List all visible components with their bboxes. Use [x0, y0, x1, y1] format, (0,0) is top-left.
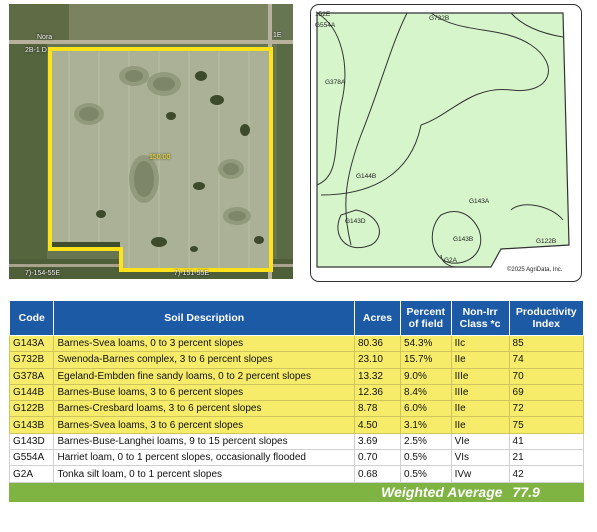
cell-description: Egeland-Embden fine sandy loams, 0 to 2 … [53, 367, 355, 385]
cell-code: G2A [8, 465, 55, 483]
header-code: Code [8, 300, 55, 336]
aerial-plat-label: 7)-151-55E [174, 270, 210, 277]
cell-code: G732B [8, 351, 55, 369]
cell-class: IIIe [450, 367, 510, 385]
cell-productivity: 74 [508, 351, 585, 369]
cell-productivity: 41 [508, 432, 585, 451]
cell-percent: 2.5% [400, 432, 452, 451]
weighted-average-label: Weighted Average [9, 481, 510, 502]
cell-description: Barnes-Cresbard loams, 3 to 6 percent sl… [53, 400, 355, 418]
soil-label-g732b: G732B [429, 15, 450, 22]
cell-description: Harriet loam, 0 to 1 percent slopes, occ… [53, 449, 355, 467]
soil-label-g378a: G378A [325, 79, 346, 86]
copyright-label: ©2025 AgriData, Inc. [507, 267, 563, 273]
cell-acres: 23.10 [353, 351, 402, 369]
cell-class: IIIe [450, 383, 510, 402]
cell-class: IIc [450, 334, 510, 353]
cell-code: G144B [8, 383, 55, 402]
cell-class: IIe [450, 400, 510, 418]
cell-productivity: 69 [508, 383, 585, 402]
header-acres: Acres [353, 300, 402, 336]
table-row: G732B Swenoda-Barnes complex, 3 to 6 per… [8, 351, 585, 369]
table-row: G143B Barnes-Svea loams, 3 to 6 percent … [8, 416, 585, 434]
table-row: G143D Barnes-Buse-Langhei loams, 9 to 15… [8, 432, 585, 451]
cell-class: VIs [450, 449, 510, 467]
header-percent: Percent of field [400, 300, 452, 336]
cell-description: Barnes-Svea loams, 3 to 6 percent slopes [53, 416, 355, 434]
soil-label-g143d: G143D [345, 218, 366, 225]
header-description: Soil Description [53, 300, 355, 336]
cell-code: G378A [8, 367, 55, 385]
cell-code: G143A [8, 334, 55, 353]
soil-label-g122b: G122B [536, 238, 557, 245]
cell-code: G554A [8, 449, 55, 467]
header-productivity: Productivity Index [508, 300, 585, 336]
cell-acres: 13.32 [353, 367, 402, 385]
table-row: G2A Tonka silt loam, 0 to 1 percent slop… [8, 465, 585, 483]
cell-code: G143B [8, 416, 55, 434]
cell-code: G122B [8, 400, 55, 418]
cell-percent: 0.5% [400, 465, 452, 483]
soil-label-g2a: G2A [444, 257, 458, 264]
cell-productivity: 21 [508, 449, 585, 467]
aerial-road-label: 1E [273, 32, 282, 39]
soil-table: Code Soil Description Acres Percent of f… [8, 300, 585, 502]
table-header-row: Code Soil Description Acres Percent of f… [8, 300, 585, 336]
aerial-photo: Nora 2B-1 D 1E 150.00 7)-154-55E 7)-151-… [9, 4, 293, 279]
cell-productivity: 70 [508, 367, 585, 385]
table-row: G554A Harriet loam, 0 to 1 percent slope… [8, 449, 585, 467]
cell-description: Barnes-Buse loams, 3 to 6 percent slopes [53, 383, 355, 402]
table-row: G144B Barnes-Buse loams, 3 to 6 percent … [8, 383, 585, 402]
field-acres-label: 150.00 [149, 154, 171, 161]
cell-acres: 3.69 [353, 432, 402, 451]
cell-percent: 8.4% [400, 383, 452, 402]
cell-acres: 4.50 [353, 416, 402, 434]
cell-description: Barnes-Svea loams, 0 to 3 percent slopes [53, 334, 355, 353]
cell-class: VIe [450, 432, 510, 451]
soil-label-g143b: G143B [453, 236, 474, 243]
cell-percent: 0.5% [400, 449, 452, 467]
aerial-image [9, 4, 293, 279]
soil-label-g144b: G144B [356, 173, 377, 180]
cell-productivity: 72 [508, 400, 585, 418]
soil-label-top-left: 152E [315, 11, 331, 18]
cell-acres: 12.36 [353, 383, 402, 402]
soil-map: 152E G554A G732B G378A G144B G143D G143A… [310, 4, 582, 282]
cell-productivity: 75 [508, 416, 585, 434]
cell-productivity: 85 [508, 334, 585, 353]
cell-percent: 6.0% [400, 400, 452, 418]
header-class: Non-Irr Class *c [450, 300, 510, 336]
weighted-average-value: 77.9 [508, 481, 585, 502]
soil-label-g554a: G554A [315, 22, 336, 29]
cell-description: Swenoda-Barnes complex, 3 to 6 percent s… [53, 351, 355, 369]
cell-class: IVw [450, 465, 510, 483]
cell-acres: 0.68 [353, 465, 402, 483]
cell-percent: 3.1% [400, 416, 452, 434]
cell-percent: 54.3% [400, 334, 452, 353]
soil-label-g143a: G143A [469, 198, 490, 205]
aerial-road-label: Nora [37, 34, 53, 41]
table-row: G143A Barnes-Svea loams, 0 to 3 percent … [8, 334, 585, 353]
table-row: G122B Barnes-Cresbard loams, 3 to 6 perc… [8, 400, 585, 418]
aerial-road-label: 2B-1 D [25, 47, 47, 54]
cell-code: G143D [8, 432, 55, 451]
cell-percent: 15.7% [400, 351, 452, 369]
cell-description: Tonka silt loam, 0 to 1 percent slopes [53, 465, 355, 483]
cell-acres: 80.36 [353, 334, 402, 353]
cell-percent: 9.0% [400, 367, 452, 385]
cell-acres: 8.78 [353, 400, 402, 418]
cell-productivity: 42 [508, 465, 585, 483]
cell-class: IIe [450, 416, 510, 434]
aerial-plat-label: 7)-154-55E [25, 270, 61, 277]
cell-class: IIe [450, 351, 510, 369]
table-row: G378A Egeland-Embden fine sandy loams, 0… [8, 367, 585, 385]
cell-acres: 0.70 [353, 449, 402, 467]
weighted-average-row: Weighted Average 77.9 [9, 481, 585, 502]
cell-description: Barnes-Buse-Langhei loams, 9 to 15 perce… [53, 432, 355, 451]
